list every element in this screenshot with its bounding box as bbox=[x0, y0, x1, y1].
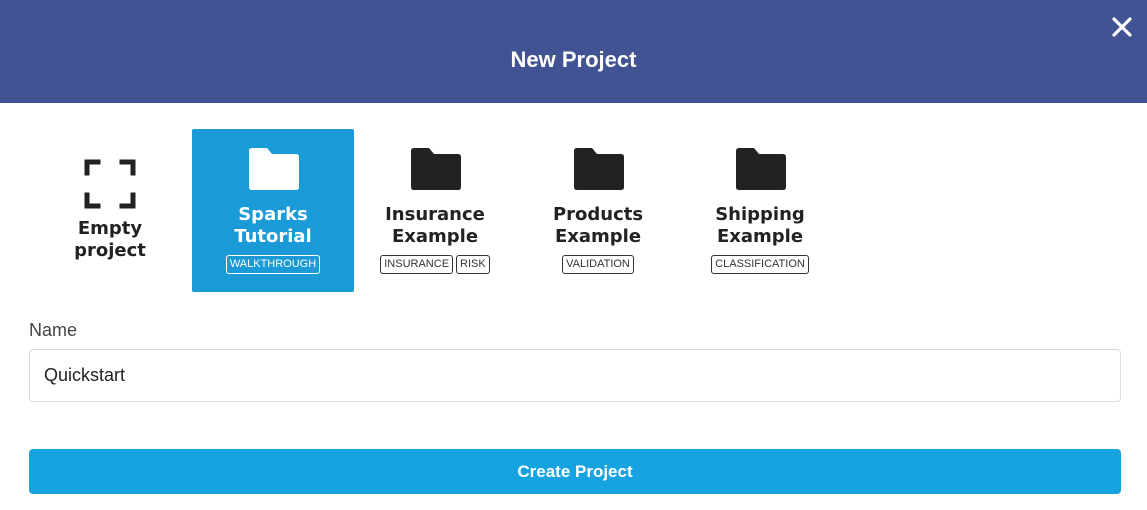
dialog-title: New Project bbox=[510, 47, 637, 72]
template-tags: CLASSIFICATION bbox=[679, 255, 841, 274]
template-products-example[interactable]: Products Example VALIDATION bbox=[517, 129, 679, 292]
dialog-header: New Project bbox=[0, 0, 1147, 103]
template-tags: INSURANCE RISK bbox=[354, 255, 516, 274]
template-empty-project[interactable]: Empty project bbox=[29, 129, 191, 292]
expand-frame-icon bbox=[84, 159, 136, 209]
template-tags: WALKTHROUGH bbox=[192, 255, 354, 274]
tag-badge: RISK bbox=[456, 255, 490, 274]
template-tags: VALIDATION bbox=[517, 255, 679, 274]
close-button[interactable] bbox=[1109, 14, 1135, 40]
name-field-label: Name bbox=[29, 320, 78, 340]
close-icon bbox=[1112, 17, 1132, 37]
tag-badge: CLASSIFICATION bbox=[711, 255, 809, 274]
template-label: Products Example bbox=[552, 204, 644, 247]
folder-icon bbox=[574, 148, 624, 190]
template-insurance-example[interactable]: Insurance Example INSURANCE RISK bbox=[354, 129, 516, 292]
create-project-button[interactable]: Create Project bbox=[29, 449, 1121, 494]
tag-badge: INSURANCE bbox=[380, 255, 454, 274]
template-label: Insurance Example bbox=[385, 204, 485, 247]
folder-icon bbox=[249, 148, 299, 190]
template-sparks-tutorial[interactable]: Sparks Tutorial WALKTHROUGH bbox=[192, 129, 354, 292]
template-label: Sparks Tutorial bbox=[234, 204, 312, 247]
tag-badge: VALIDATION bbox=[562, 255, 634, 274]
project-name-input[interactable] bbox=[29, 349, 1121, 402]
tag-badge: WALKTHROUGH bbox=[225, 255, 321, 274]
template-label: Empty project bbox=[74, 218, 146, 261]
folder-icon bbox=[736, 148, 786, 190]
template-label: Shipping Example bbox=[715, 204, 805, 247]
template-shipping-example[interactable]: Shipping Example CLASSIFICATION bbox=[679, 129, 841, 292]
folder-icon bbox=[411, 148, 461, 190]
